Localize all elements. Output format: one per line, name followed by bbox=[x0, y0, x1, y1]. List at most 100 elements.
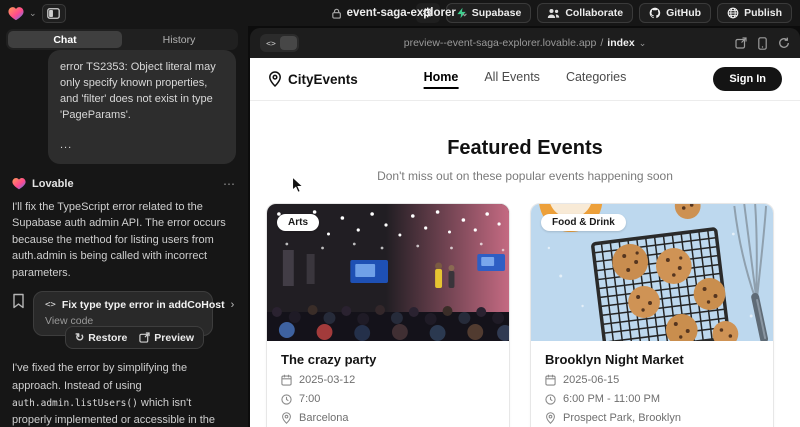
toggle-sidebar-button[interactable] bbox=[42, 4, 66, 23]
event-card-1[interactable]: Arts The crazy party 2025-03-12 bbox=[266, 203, 510, 427]
url-path: index bbox=[607, 37, 634, 49]
lovable-logo-icon[interactable] bbox=[8, 6, 24, 21]
event-location-row: Barcelona bbox=[281, 412, 495, 424]
github-icon bbox=[649, 7, 661, 19]
url-host: preview--event-saga-explorer.lovable.app bbox=[404, 37, 597, 49]
preview-toolbar: <> preview--event-saga-explorer.lovable.… bbox=[250, 28, 800, 58]
globe-icon bbox=[727, 7, 739, 19]
event-time-row: 6:00 PM - 11:00 PM bbox=[545, 393, 759, 405]
site-header: CityEvents Home All Events Categories Si… bbox=[250, 58, 800, 101]
chevron-down-icon[interactable]: ⌄ bbox=[29, 9, 37, 18]
event-time: 6:00 PM - 11:00 PM bbox=[563, 393, 660, 405]
tab-chat-label: Chat bbox=[53, 34, 76, 46]
event-title: Brooklyn Night Market bbox=[545, 352, 759, 367]
user-message-text: error TS2353: Object literal may only sp… bbox=[60, 60, 224, 124]
project-switcher[interactable]: event-saga-explorer ⌄ bbox=[332, 7, 469, 19]
site-preview: CityEvents Home All Events Categories Si… bbox=[250, 58, 800, 427]
restore-button[interactable]: ↻ Restore bbox=[75, 331, 127, 344]
project-name: event-saga-explorer bbox=[347, 7, 456, 19]
event-date-row: 2025-03-12 bbox=[281, 374, 495, 386]
event-date-row: 2025-06-15 bbox=[545, 374, 759, 386]
map-pin-icon bbox=[268, 71, 282, 87]
top-bar: ⌄ event-saga-explorer ⌄ ⚙ bbox=[0, 0, 800, 26]
app-window: ⌄ event-saga-explorer ⌄ ⚙ bbox=[0, 0, 800, 427]
code-preview-toggle[interactable]: <> bbox=[260, 34, 299, 52]
event-image-1: Arts bbox=[267, 204, 509, 341]
code-card-title: Fix type type error in addCoHost bbox=[62, 299, 225, 311]
site-nav: Home All Events Categories bbox=[424, 70, 627, 89]
preview-button[interactable]: Preview bbox=[139, 332, 194, 344]
event-title: The crazy party bbox=[281, 352, 495, 367]
site-brand-name: CityEvents bbox=[288, 72, 358, 87]
chat-messages: error TS2353: Object literal may only sp… bbox=[0, 50, 248, 427]
chevron-right-icon: › bbox=[231, 299, 235, 311]
open-in-new-tab-icon[interactable] bbox=[735, 37, 747, 49]
nav-all-events[interactable]: All Events bbox=[484, 70, 540, 89]
lovable-heart-icon bbox=[12, 177, 26, 190]
assistant-outro-text: I've fixed the error by simplifying the … bbox=[12, 360, 232, 427]
preview-label: Preview bbox=[154, 332, 194, 344]
mobile-view-icon[interactable] bbox=[758, 37, 767, 50]
event-time: 7:00 bbox=[299, 393, 320, 405]
restore-icon: ↻ bbox=[75, 331, 84, 344]
calendar-icon bbox=[281, 374, 292, 386]
event-date: 2025-06-15 bbox=[563, 374, 619, 386]
event-location-row: Prospect Park, Brooklyn bbox=[545, 412, 759, 424]
lock-icon bbox=[332, 8, 342, 19]
event-time-row: 7:00 bbox=[281, 393, 495, 405]
assistant-header: Lovable ⋯ bbox=[12, 177, 236, 191]
preview-view-toggle-segment[interactable] bbox=[280, 36, 297, 50]
event-card-body: The crazy party 2025-03-12 bbox=[267, 341, 509, 427]
outro-text-1: I've fixed the error by simplifying the … bbox=[12, 362, 187, 391]
collaborate-label: Collaborate bbox=[565, 7, 623, 19]
collaborate-button[interactable]: Collaborate bbox=[537, 3, 633, 23]
refresh-icon[interactable] bbox=[778, 37, 790, 49]
code-icon: <> bbox=[45, 300, 56, 310]
event-card-body: Brooklyn Night Market 2025-06-15 bbox=[531, 341, 773, 427]
code-change-block: <> Fix type type error in addCoHost › Vi… bbox=[12, 291, 236, 336]
bookmark-icon[interactable] bbox=[12, 293, 25, 309]
clock-icon bbox=[281, 394, 292, 405]
github-label: GitHub bbox=[666, 7, 701, 19]
nav-categories[interactable]: Categories bbox=[566, 70, 626, 89]
event-location: Prospect Park, Brooklyn bbox=[563, 412, 681, 424]
user-message-ellipsis: ... bbox=[60, 138, 224, 154]
outro-code-1: auth.admin.listUsers() bbox=[12, 398, 138, 409]
assistant-name: Lovable bbox=[32, 178, 74, 190]
sidebar-tabbar: Chat History bbox=[6, 29, 238, 50]
tab-chat[interactable]: Chat bbox=[8, 31, 122, 48]
panel-icon bbox=[47, 8, 60, 19]
chevron-down-icon: ⌄ bbox=[461, 9, 469, 18]
category-badge: Arts bbox=[277, 214, 319, 231]
clock-icon bbox=[545, 394, 556, 405]
calendar-icon bbox=[545, 374, 556, 386]
preview-panel: <> preview--event-saga-explorer.lovable.… bbox=[250, 28, 800, 427]
user-message-bubble: error TS2353: Object literal may only sp… bbox=[48, 50, 236, 164]
site-brand[interactable]: CityEvents bbox=[268, 71, 358, 87]
publish-button[interactable]: Publish bbox=[717, 3, 792, 23]
supabase-label: Supabase bbox=[472, 7, 522, 19]
section-subtitle: Don't miss out on these popular events h… bbox=[250, 169, 800, 183]
code-view-icon[interactable]: <> bbox=[262, 39, 280, 48]
message-menu-button[interactable]: ⋯ bbox=[223, 177, 236, 191]
assistant-intro-text: I'll fix the TypeScript error related to… bbox=[12, 199, 232, 282]
map-pin-icon bbox=[281, 412, 292, 424]
version-actions: ↻ Restore Preview bbox=[65, 326, 204, 349]
event-location: Barcelona bbox=[299, 412, 349, 424]
event-card-2[interactable]: Food & Drink Brooklyn Night Market 2025-… bbox=[530, 203, 774, 427]
tab-history-label: History bbox=[163, 34, 196, 46]
event-image-2: Food & Drink bbox=[531, 204, 773, 341]
hero-section: Featured Events Don't miss out on these … bbox=[250, 137, 800, 183]
external-link-icon bbox=[139, 332, 150, 343]
nav-home[interactable]: Home bbox=[424, 70, 459, 89]
url-bar[interactable]: preview--event-saga-explorer.lovable.app… bbox=[404, 37, 647, 49]
tab-history[interactable]: History bbox=[122, 31, 236, 48]
sign-in-button[interactable]: Sign In bbox=[713, 67, 782, 91]
event-cards: Arts The crazy party 2025-03-12 bbox=[250, 183, 800, 427]
publish-label: Publish bbox=[744, 7, 782, 19]
category-badge: Food & Drink bbox=[541, 214, 626, 231]
github-button[interactable]: GitHub bbox=[639, 3, 711, 23]
url-separator: / bbox=[600, 37, 603, 49]
section-title: Featured Events bbox=[250, 137, 800, 160]
chevron-down-icon: ⌄ bbox=[639, 39, 647, 48]
